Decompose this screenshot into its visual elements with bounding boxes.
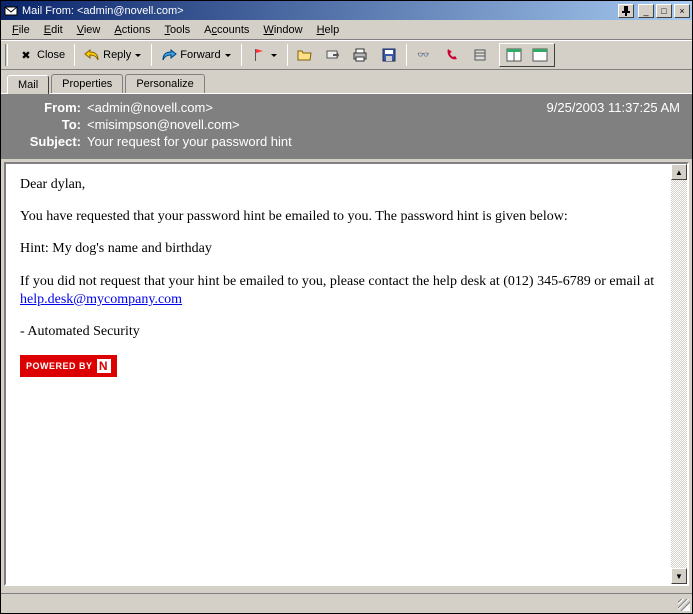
reply-button-label: Reply xyxy=(103,49,131,61)
scroll-track[interactable] xyxy=(671,180,687,568)
close-button-label: Close xyxy=(37,49,65,61)
tab-personalize-label: Personalize xyxy=(136,78,193,90)
menu-view[interactable]: View xyxy=(70,22,108,38)
subject-label: Subject: xyxy=(11,134,81,149)
body-signature: - Automated Security xyxy=(20,323,660,341)
split-view-icon xyxy=(506,47,522,63)
forward-icon xyxy=(161,47,177,63)
forward-button[interactable]: Forward xyxy=(156,43,236,67)
full-view-icon xyxy=(532,47,548,63)
flag-button[interactable] xyxy=(246,43,283,67)
pin-button[interactable] xyxy=(618,4,634,18)
print-button[interactable] xyxy=(348,43,374,67)
body-hint: Hint: My dog's name and birthday xyxy=(20,240,660,258)
close-window-button[interactable]: × xyxy=(674,4,690,18)
message-body: Dear dylan, You have requested that your… xyxy=(4,162,689,586)
tab-mail-label: Mail xyxy=(18,79,38,91)
from-label: From: xyxy=(11,100,81,115)
tab-properties-label: Properties xyxy=(62,78,112,90)
body-line2-text: If you did not request that your hint be… xyxy=(20,274,654,289)
view-mode-split-button[interactable] xyxy=(501,45,527,65)
mark-read-button[interactable]: 👓 xyxy=(411,43,437,67)
scroll-down-button[interactable]: ▼ xyxy=(671,568,687,584)
view-mode-full-button[interactable] xyxy=(527,45,553,65)
to-value: <misimpson@novell.com> xyxy=(87,117,240,132)
menu-help[interactable]: Help xyxy=(310,22,347,38)
open-folder-icon xyxy=(297,47,313,63)
menu-actions[interactable]: Actions xyxy=(107,22,157,38)
toolbar-grip xyxy=(5,44,8,66)
glasses-icon: 👓 xyxy=(416,47,432,63)
tab-properties[interactable]: Properties xyxy=(51,74,123,93)
chevron-down-icon[interactable] xyxy=(134,51,142,60)
forward-button-label: Forward xyxy=(180,49,220,61)
body-line2: If you did not request that your hint be… xyxy=(20,273,660,309)
powered-by-text: POWERED BY xyxy=(26,361,93,371)
from-value: <admin@novell.com> xyxy=(87,100,213,115)
message-header: 9/25/2003 11:37:25 AM From: <admin@novel… xyxy=(1,94,692,159)
phone-button[interactable] xyxy=(439,43,465,67)
category-icon xyxy=(472,47,488,63)
body-greeting: Dear dylan, xyxy=(20,176,660,194)
toolbar: ✖ Close Reply Forward xyxy=(1,40,692,70)
flag-icon xyxy=(251,47,267,63)
menu-window[interactable]: Window xyxy=(256,22,309,38)
category-button[interactable] xyxy=(467,43,493,67)
tab-strip: Mail Properties Personalize xyxy=(1,70,692,94)
body-line1: You have requested that your password hi… xyxy=(20,208,660,226)
menu-file[interactable]: File xyxy=(5,22,37,38)
window-title: Mail From: <admin@novell.com> xyxy=(22,5,618,17)
vertical-scrollbar[interactable]: ▲ ▼ xyxy=(671,164,687,584)
chevron-down-icon[interactable] xyxy=(224,51,232,60)
menubar: File Edit View Actions Tools Accounts Wi… xyxy=(1,20,692,40)
phone-icon xyxy=(444,47,460,63)
separator xyxy=(241,44,242,66)
powered-by-badge: POWERED BY N xyxy=(20,355,117,377)
separator xyxy=(287,44,288,66)
close-icon: ✖ xyxy=(18,47,34,63)
menu-edit[interactable]: Edit xyxy=(37,22,70,38)
message-date: 9/25/2003 11:37:25 AM xyxy=(547,100,680,115)
to-label: To: xyxy=(11,117,81,132)
reply-button[interactable]: Reply xyxy=(79,43,147,67)
statusbar xyxy=(1,593,692,613)
save-icon xyxy=(381,47,397,63)
helpdesk-link[interactable]: help.desk@mycompany.com xyxy=(20,292,182,307)
tab-mail[interactable]: Mail xyxy=(7,75,49,94)
novell-n-icon: N xyxy=(97,359,111,373)
maximize-button[interactable]: □ xyxy=(656,4,672,18)
separator xyxy=(74,44,75,66)
scroll-up-button[interactable]: ▲ xyxy=(671,164,687,180)
chevron-down-icon[interactable] xyxy=(270,51,278,60)
menu-tools[interactable]: Tools xyxy=(157,22,197,38)
move-icon xyxy=(325,47,341,63)
save-button[interactable] xyxy=(376,43,402,67)
move-button[interactable] xyxy=(320,43,346,67)
tab-personalize[interactable]: Personalize xyxy=(125,74,204,93)
menu-accounts[interactable]: Accounts xyxy=(197,22,256,38)
titlebar: Mail From: <admin@novell.com> _ □ × xyxy=(1,1,692,20)
reply-icon xyxy=(84,47,100,63)
print-icon xyxy=(353,47,369,63)
open-folder-button[interactable] xyxy=(292,43,318,67)
app-mail-icon xyxy=(3,3,19,19)
separator xyxy=(406,44,407,66)
separator xyxy=(151,44,152,66)
subject-value: Your request for your password hint xyxy=(87,134,292,149)
minimize-button[interactable]: _ xyxy=(638,4,654,18)
close-button[interactable]: ✖ Close xyxy=(13,43,70,67)
